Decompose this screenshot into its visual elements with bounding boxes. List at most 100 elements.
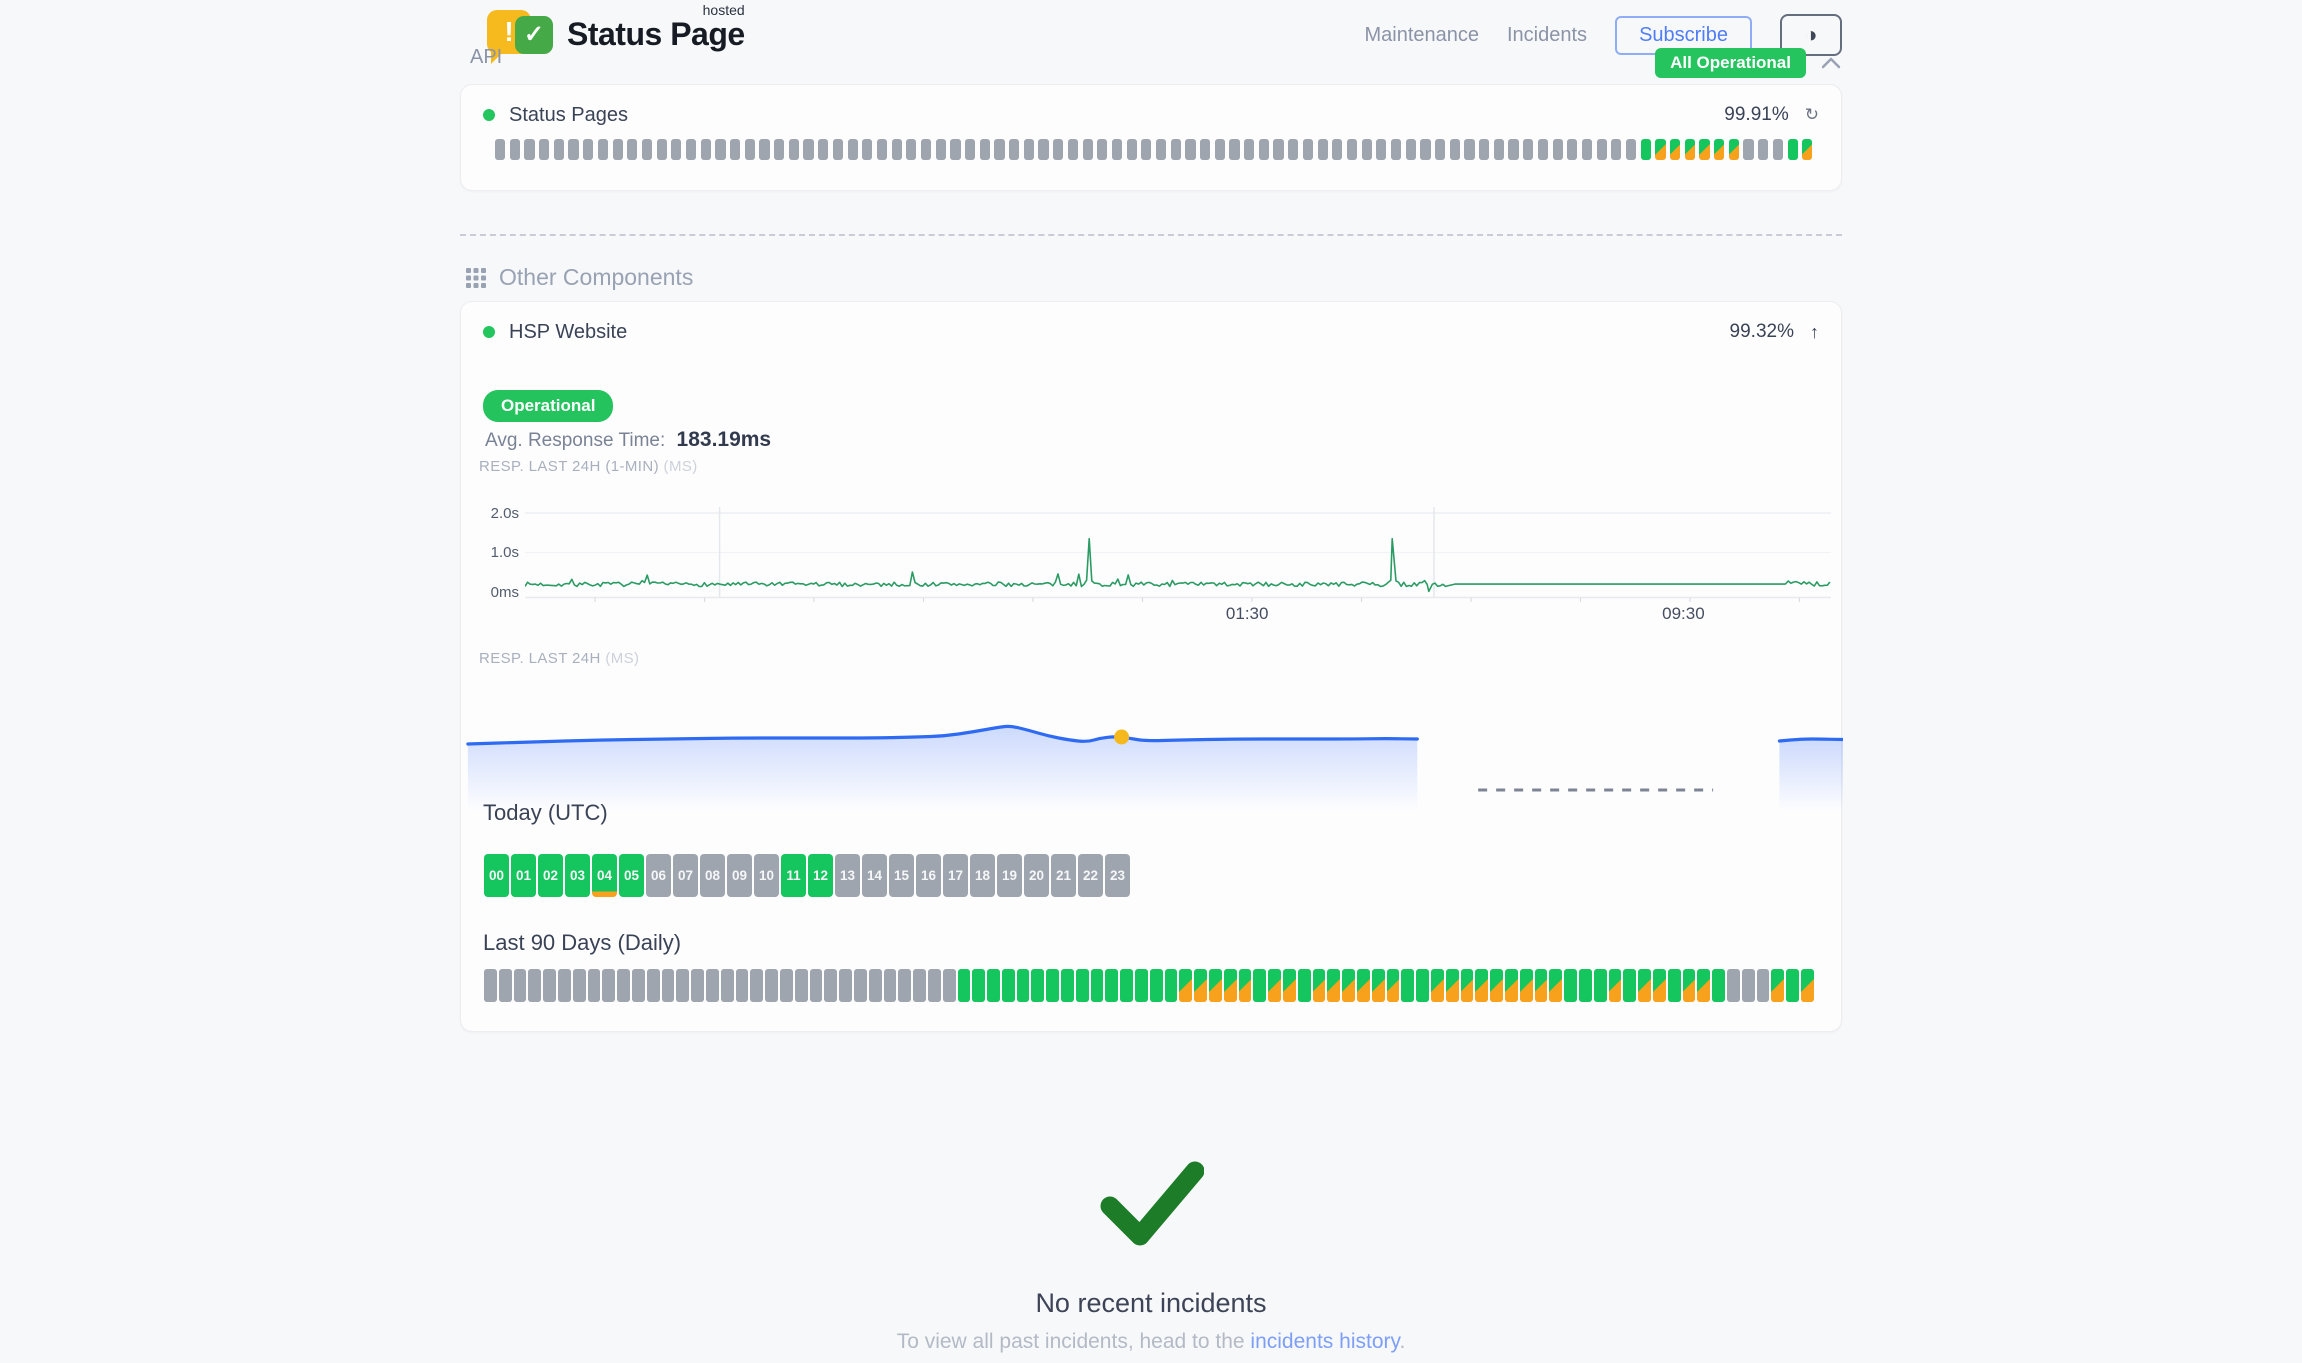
uptime-bar <box>524 139 534 160</box>
uptime-bar <box>1611 139 1621 160</box>
status-page: ! ✓ Status Page hosted Maintenance Incid… <box>0 0 2302 1363</box>
day-block <box>1135 969 1148 1002</box>
chart2-unit: (MS) <box>605 650 639 667</box>
uptime-bar <box>980 139 990 160</box>
day-block <box>1387 969 1400 1002</box>
day-block <box>1609 969 1622 1002</box>
uptime-percentage: 99.91% <box>1724 104 1788 126</box>
uptime-bar <box>1068 139 1078 160</box>
uptime-bar <box>1347 139 1357 160</box>
uptime-bar <box>1479 139 1489 160</box>
uptime-bar <box>510 139 520 160</box>
day-block <box>721 969 734 1002</box>
hour-block: 09 <box>727 854 752 897</box>
day-block <box>765 969 778 1002</box>
day-block <box>750 969 763 1002</box>
hour-block: 01 <box>511 854 536 897</box>
uptime-bar <box>613 139 623 160</box>
refresh-icon[interactable]: ↻ <box>1805 105 1819 125</box>
component-row[interactable]: HSP Website 99.32% ↑ <box>483 318 1819 346</box>
incidents-history-link[interactable]: incidents history <box>1250 1330 1399 1353</box>
hour-block: 22 <box>1078 854 1103 897</box>
hour-block: 02 <box>538 854 563 897</box>
day-block <box>1446 969 1459 1002</box>
uptime-bar <box>892 139 902 160</box>
uptime-bar <box>965 139 975 160</box>
uptime-bar <box>1450 139 1460 160</box>
uptime-bar <box>1288 139 1298 160</box>
day-block <box>1091 969 1104 1002</box>
all-operational-badge[interactable]: All Operational <box>1655 48 1806 78</box>
section-header-other-components: Other Components <box>465 264 693 291</box>
uptime-bar <box>1362 139 1372 160</box>
uptime-bar <box>671 139 681 160</box>
hour-block: 05 <box>619 854 644 897</box>
uptime-bar <box>1538 139 1548 160</box>
day-block <box>1535 969 1548 1002</box>
nav-maintenance[interactable]: Maintenance <box>1364 24 1479 47</box>
uptime-bar <box>583 139 593 160</box>
chart2-label: RESP. LAST 24H (MS) <box>479 650 639 667</box>
uptime-bar <box>906 139 916 160</box>
day-block <box>1757 969 1770 1002</box>
check-bubble-icon: ✓ <box>515 16 553 54</box>
uptime-bar <box>568 139 578 160</box>
uptime-bar <box>1420 139 1430 160</box>
day-block <box>662 969 675 1002</box>
status-dot-icon <box>483 326 495 338</box>
chevron-up-icon[interactable] <box>1820 56 1842 70</box>
uptime-bar <box>833 139 843 160</box>
uptime-bar <box>803 139 813 160</box>
day-block <box>573 969 586 1002</box>
day-block <box>1283 969 1296 1002</box>
day-block <box>913 969 926 1002</box>
day-block <box>1431 969 1444 1002</box>
uptime-bar <box>1729 139 1739 160</box>
uptime-bar <box>1376 139 1386 160</box>
nav-incidents[interactable]: Incidents <box>1507 24 1587 47</box>
day-block <box>528 969 541 1002</box>
logo-title: Status Page hosted <box>567 16 745 53</box>
response-line-chart: 2.0s 1.0s 0ms 01:30 09:30 <box>461 501 1843 641</box>
uptime-bar <box>1406 139 1416 160</box>
component-name: Status Pages <box>509 104 628 127</box>
uptime-bar <box>1567 139 1577 160</box>
day-block <box>972 969 985 1002</box>
logo: ! ✓ Status Page hosted <box>485 6 745 62</box>
collapse-arrow-icon[interactable]: ↑ <box>1810 322 1819 343</box>
day-block <box>1579 969 1592 1002</box>
component-row[interactable]: Status Pages 99.91% ↻ <box>483 101 1819 129</box>
uptime-bar <box>1802 139 1812 160</box>
day-block <box>1224 969 1237 1002</box>
uptime-bar <box>1009 139 1019 160</box>
hour-block: 21 <box>1051 854 1076 897</box>
hour-block: 03 <box>565 854 590 897</box>
day-block <box>928 969 941 1002</box>
uptime-bar <box>554 139 564 160</box>
uptime-bar <box>1435 139 1445 160</box>
uptime-bar <box>1083 139 1093 160</box>
uptime-bar <box>1185 139 1195 160</box>
day-block <box>884 969 897 1002</box>
uptime-bar <box>994 139 1004 160</box>
uptime-bar <box>1038 139 1048 160</box>
incidents-subtitle-text: To view all past incidents, head to the <box>897 1330 1251 1353</box>
uptime-bar <box>1244 139 1254 160</box>
uptime-bar <box>1156 139 1166 160</box>
component-card-status-pages: Status Pages 99.91% ↻ <box>460 84 1842 191</box>
day-block <box>1416 969 1429 1002</box>
day-block <box>1786 969 1799 1002</box>
hour-block: 18 <box>970 854 995 897</box>
day-block <box>1801 969 1814 1002</box>
uptime-bar <box>1303 139 1313 160</box>
uptime-bar <box>1655 139 1665 160</box>
uptime-bar <box>1641 139 1651 160</box>
hour-block: 11 <box>781 854 806 897</box>
day-block <box>1668 969 1681 1002</box>
uptime-bar <box>1699 139 1709 160</box>
day-block <box>958 969 971 1002</box>
day-block <box>1461 969 1474 1002</box>
day-block <box>499 969 512 1002</box>
component-name: HSP Website <box>509 321 627 344</box>
day-block <box>736 969 749 1002</box>
